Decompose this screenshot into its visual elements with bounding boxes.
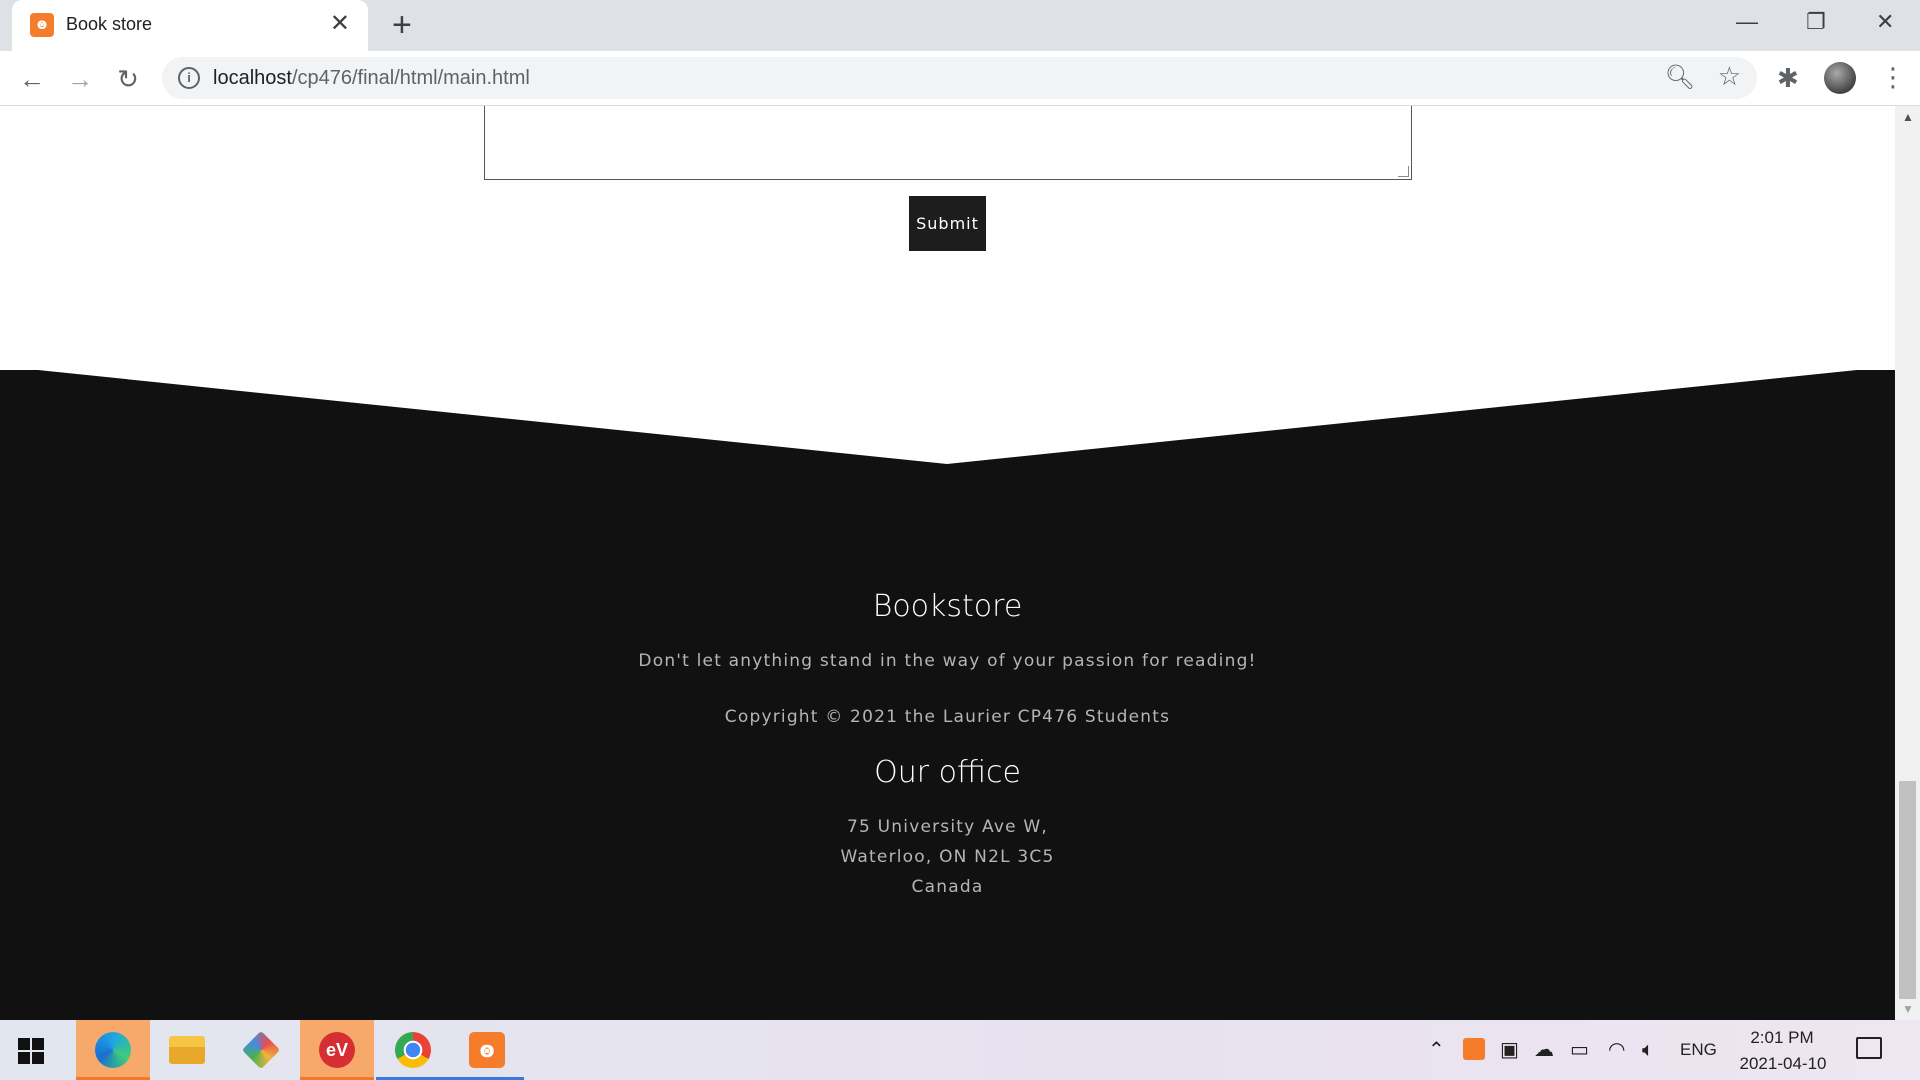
file-explorer-taskbar-button[interactable] [150,1020,224,1080]
git-icon [241,1030,281,1070]
url-text[interactable]: localhost/cp476/final/html/main.html [213,67,530,90]
back-arrow-icon[interactable]: ← [16,63,48,95]
tab-close-icon[interactable]: ✕ [330,10,350,38]
windows-taskbar: eV ꙩ ⌃ ▣ ☁ ▭ ◠ 🔈︎ ENG 2:01 PM 2021-04-10 [0,1020,1920,1080]
message-textarea[interactable] [484,106,1412,180]
xampp-tray-icon[interactable] [1463,1038,1485,1060]
address-line-3: Canada [911,877,984,897]
edge-icon [95,1032,131,1068]
address-line-1: 75 University Ave W, [847,817,1048,837]
forward-arrow-icon[interactable]: → [64,63,96,95]
zoom-icon[interactable]: 🔍︎ [1665,63,1695,92]
browser-menu-icon[interactable]: ⋮ [1880,61,1906,93]
language-indicator[interactable]: ENG [1680,1040,1717,1060]
chrome-icon [395,1032,431,1068]
xampp-taskbar-button[interactable]: ꙩ [450,1020,524,1080]
site-info-icon[interactable]: i [178,67,200,89]
meet-now-icon[interactable]: ▣ [1500,1038,1519,1062]
expressvpn-icon: eV [319,1032,355,1068]
xampp-icon: ꙩ [469,1032,505,1068]
xampp-favicon-icon: ꙩ [30,13,54,37]
git-taskbar-button[interactable] [224,1020,298,1080]
clock-time[interactable]: 2:01 PM [1750,1028,1814,1048]
submit-button[interactable]: Submit [909,196,986,251]
chrome-taskbar-button[interactable] [376,1020,450,1080]
tab-title: Book store [66,14,153,34]
browser-tab[interactable]: ꙩ Book store ✕ [12,0,368,51]
restore-button[interactable]: ❐ [1806,8,1826,36]
battery-icon[interactable]: ▭ [1570,1038,1589,1062]
address-line-2: Waterloo, ON N2L 3C5 [840,847,1055,867]
new-tab-button[interactable]: + [392,8,412,42]
expressvpn-taskbar-button[interactable]: eV [300,1020,374,1080]
minimize-button[interactable]: — [1736,8,1758,36]
scroll-down-arrow-icon[interactable]: ▼ [1902,1002,1914,1016]
footer-tagline: Don't let anything stand in the way of y… [638,651,1257,671]
footer-copyright: Copyright © 2021 the Laurier CP476 Stude… [724,707,1171,727]
close-window-button[interactable]: ✕ [1876,8,1894,36]
extensions-puzzle-icon[interactable]: ✱ [1777,63,1799,94]
browser-toolbar: ← → ↻ i localhost/cp476/final/html/main.… [0,51,1920,106]
clock-date[interactable]: 2021-04-10 [1730,1054,1836,1074]
folder-icon [169,1036,205,1064]
office-title: Our office [874,755,1021,790]
onedrive-cloud-icon[interactable]: ☁ [1534,1038,1554,1062]
scroll-up-arrow-icon[interactable]: ▲ [1902,110,1914,124]
windows-start-icon[interactable] [18,1038,44,1064]
bookmark-star-icon[interactable]: ☆ [1718,61,1741,92]
vertical-scrollbar[interactable]: ▲ ▼ [1895,106,1920,1020]
edge-taskbar-button[interactable] [76,1020,150,1080]
url-host: localhost [213,67,292,89]
url-path: /cp476/final/html/main.html [291,67,530,89]
footer-background [0,370,1895,1020]
reload-icon[interactable]: ↻ [112,63,144,95]
scrollbar-thumb[interactable] [1899,781,1916,999]
volume-icon[interactable]: 🔈︎ [1642,1038,1654,1062]
profile-avatar[interactable] [1824,62,1856,94]
footer-title: Bookstore [872,589,1023,624]
browser-tab-strip: ꙩ Book store ✕ + — ❐ ✕ [0,0,1920,51]
page-viewport: Submit Bookstore Don't let anything stan… [0,106,1895,1020]
address-bar[interactable]: i localhost/cp476/final/html/main.html 🔍… [162,57,1757,99]
notification-center-icon[interactable] [1856,1037,1882,1059]
wifi-icon[interactable]: ◠ [1608,1038,1625,1062]
show-hidden-icons-chevron-icon[interactable]: ⌃ [1428,1038,1445,1062]
